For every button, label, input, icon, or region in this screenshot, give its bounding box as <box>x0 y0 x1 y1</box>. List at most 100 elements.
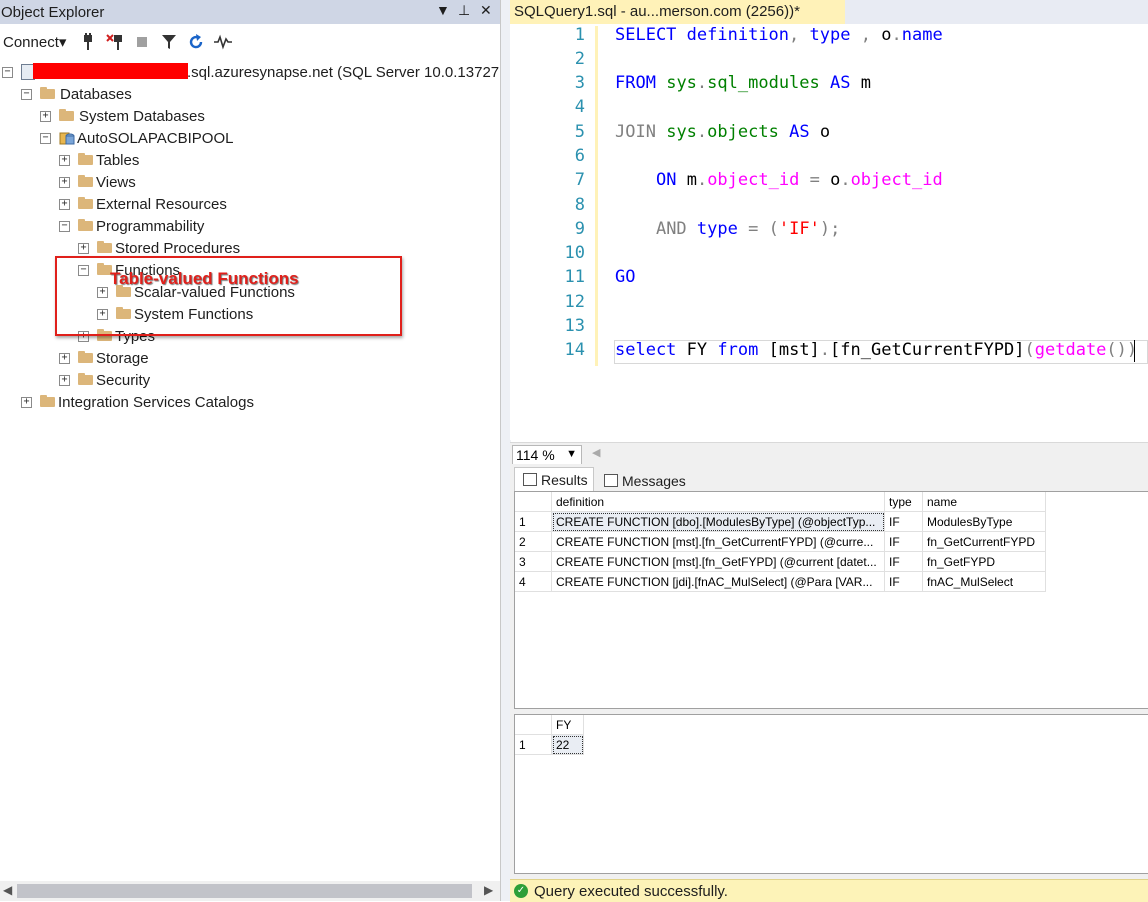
close-icon[interactable]: ✕ <box>480 2 492 19</box>
folder-icon <box>97 241 112 253</box>
redaction-bar <box>33 63 188 79</box>
folder-icon <box>78 351 93 363</box>
refresh-icon[interactable] <box>187 33 205 55</box>
code-line-1: SELECT definition, type , o.name <box>615 25 943 45</box>
collapse-icon[interactable]: − <box>21 89 32 100</box>
table-row[interactable]: 3 CREATE FUNCTION [mst].[fn_GetFYPD] (@c… <box>515 551 1046 572</box>
cell-name[interactable]: fn_GetCurrentFYPD <box>922 531 1046 552</box>
collapse-icon[interactable]: − <box>59 221 70 232</box>
line-number: 7 <box>574 170 585 190</box>
table-header-row: definition type name <box>515 492 1046 512</box>
grid-icon <box>523 473 537 486</box>
cell-type[interactable]: IF <box>884 571 923 592</box>
folder-icon <box>78 219 93 231</box>
line-number: 6 <box>574 146 585 166</box>
table-row[interactable]: 1 22 <box>515 734 584 755</box>
result-grid-1[interactable]: definition type name 1 CREATE FUNCTION [… <box>514 491 1148 709</box>
cell-fy[interactable]: 22 <box>551 734 584 755</box>
line-number: 10 <box>564 243 585 263</box>
query-tab-title: SQLQuery1.sql - au...merson.com (2256))* <box>514 3 800 20</box>
folder-icon <box>40 87 55 99</box>
line-number: 8 <box>574 195 585 215</box>
code-line-5: JOIN sys.objects AS o <box>615 122 831 142</box>
line-number: 4 <box>574 97 585 117</box>
tree-node-label: Views <box>96 174 136 191</box>
line-number: 2 <box>574 49 585 69</box>
window-position-dropdown-icon[interactable]: ▼ <box>436 2 450 18</box>
tab-messages-label: Messages <box>622 473 686 489</box>
sql-editor[interactable]: 1 2 3 4 5 6 7 8 9 10 11 12 13 14 SELECT … <box>510 24 1148 440</box>
tree-node-label: Security <box>96 372 151 389</box>
expand-icon[interactable]: + <box>59 353 70 364</box>
scroll-right-icon[interactable]: ▶ <box>484 883 493 897</box>
change-tracking-bar <box>595 26 598 366</box>
column-header-type[interactable]: type <box>884 492 923 512</box>
folder-icon <box>78 175 93 187</box>
query-editor-tab[interactable]: SQLQuery1.sql - au...merson.com (2256))* <box>510 0 845 26</box>
stop-icon[interactable] <box>136 33 148 55</box>
pin-icon[interactable]: ⊥ <box>458 2 470 19</box>
annotation-text: Table-valued Functions <box>110 269 299 288</box>
table-row[interactable]: 2 CREATE FUNCTION [mst].[fn_GetCurrentFY… <box>515 531 1046 552</box>
annotation-box <box>55 256 402 336</box>
tab-results[interactable]: Results <box>514 467 594 492</box>
tab-results-label: Results <box>541 472 588 488</box>
expand-icon[interactable]: + <box>59 199 70 210</box>
cell-type[interactable]: IF <box>884 531 923 552</box>
code-line-9: AND type = ('IF'); <box>655 219 841 239</box>
cell-definition[interactable]: CREATE FUNCTION [mst].[fn_GetCurrentFYPD… <box>551 531 885 552</box>
cell-type[interactable]: IF <box>884 551 923 572</box>
zoom-select[interactable]: 114 % ▼ <box>512 445 582 465</box>
code-line-3: FROM sys.sql_modules AS m <box>615 73 871 93</box>
expand-icon[interactable]: + <box>59 375 70 386</box>
collapse-icon[interactable]: − <box>2 67 13 78</box>
table-header-row: FY <box>515 715 584 735</box>
column-header-fy[interactable]: FY <box>551 715 584 735</box>
cell-definition[interactable]: CREATE FUNCTION [mst].[fn_GetFYPD] (@cur… <box>551 551 885 572</box>
chevron-down-icon: ▾ <box>58 34 67 51</box>
cell-name[interactable]: ModulesByType <box>922 511 1046 532</box>
folder-icon <box>40 395 55 407</box>
connect-button[interactable]: Connect▾ <box>3 33 66 51</box>
scroll-left-icon[interactable]: ◀ <box>3 883 12 897</box>
tab-messages[interactable]: Messages <box>596 469 688 491</box>
result-grid-2[interactable]: FY 1 22 <box>514 714 1148 874</box>
scrollbar-thumb[interactable] <box>17 884 472 898</box>
expand-icon[interactable]: + <box>21 397 32 408</box>
disconnect-icon[interactable] <box>106 33 126 55</box>
messages-icon <box>604 474 618 487</box>
row-number: 2 <box>515 531 552 552</box>
cell-name[interactable]: fn_GetFYPD <box>922 551 1046 572</box>
connect-plug-icon[interactable] <box>80 33 96 55</box>
line-number: 1 <box>574 25 585 45</box>
connect-label: Connect <box>3 34 59 51</box>
column-header-definition[interactable]: definition <box>551 492 885 512</box>
scroll-left-icon[interactable]: ◀ <box>592 446 600 459</box>
tree-node-label: Programmability <box>96 218 205 235</box>
expand-icon[interactable]: + <box>78 243 89 254</box>
line-number: 14 <box>564 340 585 360</box>
expand-icon[interactable]: + <box>59 155 70 166</box>
cell-definition[interactable]: CREATE FUNCTION [jdi].[fnAC_MulSelect] (… <box>551 571 885 592</box>
folder-icon <box>78 373 93 385</box>
cell-name[interactable]: fnAC_MulSelect <box>922 571 1046 592</box>
activity-monitor-icon[interactable] <box>213 33 233 55</box>
line-number: 3 <box>574 73 585 93</box>
cell-definition[interactable]: CREATE FUNCTION [dbo].[ModulesByType] (@… <box>551 511 885 532</box>
filter-icon[interactable] <box>161 33 177 55</box>
collapse-icon[interactable]: − <box>40 133 51 144</box>
code-line-11: GO <box>615 267 636 287</box>
horizontal-scrollbar[interactable]: ◀ ▶ <box>0 881 500 901</box>
column-header-name[interactable]: name <box>922 492 1046 512</box>
expand-icon[interactable]: + <box>59 177 70 188</box>
line-number: 13 <box>564 316 585 336</box>
expand-icon[interactable]: + <box>40 111 51 122</box>
zoom-value: 114 % <box>516 447 555 463</box>
tree-node-label: Stored Procedures <box>115 240 241 257</box>
table-row[interactable]: 4 CREATE FUNCTION [jdi].[fnAC_MulSelect]… <box>515 571 1046 592</box>
code-line-7: ON m.object_id = o.object_id <box>655 170 943 190</box>
table-row[interactable]: 1 CREATE FUNCTION [dbo].[ModulesByType] … <box>515 511 1046 532</box>
cell-type[interactable]: IF <box>884 511 923 532</box>
object-explorer-panel: Object Explorer ▼ ⊥ ✕ Connect▾ − .sql.az <box>0 0 521 901</box>
row-number-header <box>515 492 552 512</box>
